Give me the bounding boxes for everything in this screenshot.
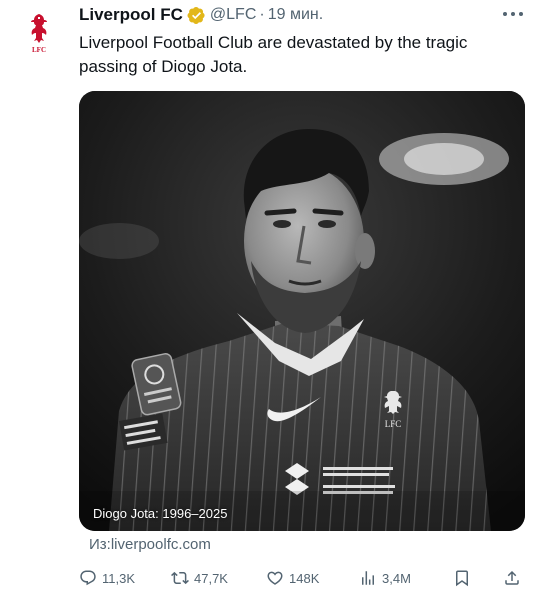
share-button[interactable] <box>503 564 526 592</box>
like-count: 148K <box>289 570 320 586</box>
retweet-button[interactable]: 47,7K <box>171 564 228 592</box>
views-icon <box>362 571 374 585</box>
like-button[interactable]: 148K <box>266 564 319 592</box>
author-handle[interactable]: @LFC <box>210 6 256 24</box>
reply-icon <box>80 570 96 586</box>
more-icon[interactable] <box>503 6 523 22</box>
reply-button[interactable]: 11,3K <box>79 564 135 592</box>
source-link[interactable]: Из:liverpoolfc.com <box>89 536 211 553</box>
retweet-icon <box>171 571 189 585</box>
bookmark-button[interactable] <box>453 564 476 592</box>
author-name[interactable]: Liverpool FC <box>79 5 183 25</box>
retweet-count: 47,7K <box>194 570 228 586</box>
verified-badge-icon <box>187 6 205 24</box>
tweet-timestamp[interactable]: 19 мин. <box>268 6 323 24</box>
reply-count: 11,3K <box>102 570 136 586</box>
tweet[interactable]: LFC Liverpool FC @LFC · 19 мин. Liverpoo… <box>0 0 537 600</box>
tweet-header: Liverpool FC @LFC · 19 мин. <box>79 4 323 26</box>
media-caption: Diogo Jota: 1996–2025 <box>93 506 228 521</box>
tweet-text: Liverpool Football Club are devastated b… <box>79 33 468 76</box>
player-photo: LFC <box>79 91 525 531</box>
bookmark-icon <box>456 570 468 587</box>
svg-text:LFC: LFC <box>385 419 402 429</box>
liverbird-logo-icon: LFC <box>31 14 47 54</box>
svg-text:LFC: LFC <box>32 46 46 54</box>
header-separator: · <box>259 6 265 23</box>
views-button[interactable]: 3,4M <box>359 564 411 592</box>
views-count: 3,4M <box>382 570 411 586</box>
heart-icon <box>267 571 283 585</box>
tweet-action-bar: 11,3K 47,7K 148K 3,4M <box>79 564 525 592</box>
share-icon <box>505 570 519 585</box>
author-avatar[interactable]: LFC <box>22 12 56 54</box>
tweet-media-image[interactable]: LFC Diogo Jota: 1996–2025 <box>79 91 525 531</box>
